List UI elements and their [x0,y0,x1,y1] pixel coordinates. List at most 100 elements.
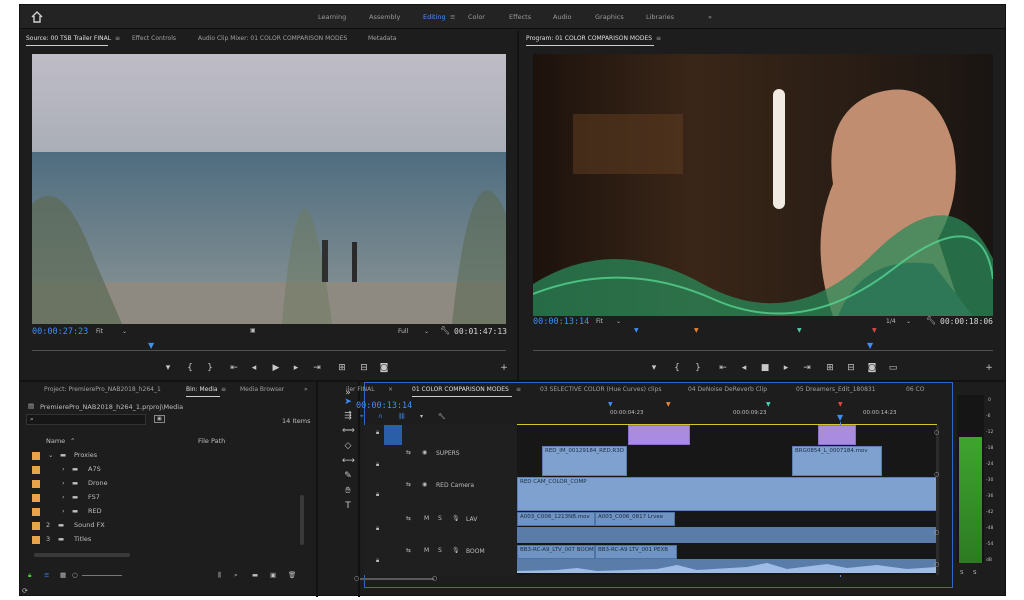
tab-bin-menu-icon[interactable]: ≡ [221,386,226,393]
timeline-timecode[interactable]: 00:00:13:14 [356,401,412,411]
disclosure-closed-icon[interactable]: › [62,507,65,515]
source-timecode[interactable]: 00:00:27:23 [32,327,88,337]
pen-tool-icon[interactable]: ✎ [342,471,354,483]
vertical-scrollbar[interactable] [936,425,939,575]
label-color-swatch[interactable] [32,452,40,460]
tab-06[interactable]: 06 CO [906,386,924,393]
search-input[interactable] [26,414,146,425]
ws-effects[interactable]: Effects [509,13,531,21]
disclosure-closed-icon[interactable]: › [62,465,65,473]
microphone-icon[interactable]: 🎙︎ [452,547,460,554]
add-button-icon[interactable]: + [498,363,510,373]
track-name-a2[interactable]: BOOM [466,548,485,555]
track-name-v2[interactable]: SUPERS [436,450,460,457]
go-to-in-icon[interactable]: ⇤ [228,363,240,373]
mute-icon[interactable]: M [424,547,429,554]
mark-in-icon[interactable]: { [184,363,196,373]
microphone-icon[interactable]: 🎙︎ [452,515,460,522]
marker-blue[interactable]: ▼ [608,401,613,408]
trash-icon[interactable]: 🗑︎ [288,571,296,579]
horizontal-scrollbar[interactable] [360,578,434,580]
mark-out-icon[interactable]: } [692,363,704,373]
track-select-tool-icon[interactable]: ⇶ [342,411,354,423]
slip-tool-icon[interactable]: ⟷ [342,456,355,468]
lock-icon[interactable]: 🔒︎ [376,525,379,533]
list-item[interactable]: FS7 [88,493,100,501]
source-fit-dropdown[interactable]: Fit [96,328,103,335]
video-clip[interactable]: RED_IM_00129184_RED.R3D [542,446,627,476]
video-clip[interactable]: RED CAM_COLOR_COMP [517,477,937,511]
marker-orange[interactable]: ▼ [666,401,671,408]
linked-selection-icon[interactable]: ⛓︎ [398,413,406,420]
timeline-playhead-head[interactable]: ▼ [837,413,843,422]
tab-project[interactable]: Project: PremierePro_NAB2018_h264_1 [44,386,161,393]
type-tool-icon[interactable]: T [342,501,354,513]
source-playhead[interactable]: ▼ [148,341,154,350]
audio-clip[interactable]: BB3-RC-A9 LTV_001 PEXB [595,545,677,559]
solo-left-button[interactable]: S [960,570,964,576]
program-fit-dropdown[interactable]: Fit [596,318,603,325]
lift-icon[interactable]: ⊞ [824,363,836,373]
tab-trailer[interactable]: iler FINAL [346,386,375,393]
zoom-slider-icon[interactable]: ○ [72,571,78,579]
label-color-swatch[interactable] [32,508,40,516]
add-marker-icon[interactable]: ▾ [648,363,660,373]
source-patch-v3[interactable] [384,425,402,445]
eye-icon[interactable]: ◉ [422,449,427,456]
tab-dreamers[interactable]: 05 Dreamers_Edit_180831 [796,386,876,393]
ws-editing-menu-icon[interactable]: ≡ [450,13,455,21]
extract-icon[interactable]: ⊟ [845,363,857,373]
export-frame-icon[interactable]: ▣ [250,327,256,334]
wrench-icon[interactable]: 🔧︎ [438,413,446,420]
step-forward-icon[interactable]: ▸ [780,363,792,373]
go-to-in-icon[interactable]: ⇤ [717,363,729,373]
list-item[interactable]: A7S [88,465,101,473]
tab-program-menu-icon[interactable]: ≡ [656,35,661,42]
stop-icon[interactable]: ■ [759,363,771,373]
ws-editing[interactable]: Editing [423,13,446,21]
label-color-swatch[interactable] [32,494,40,502]
marker-teal[interactable]: ▼ [797,327,802,334]
add-button-icon[interactable]: + [983,363,995,373]
insert-icon[interactable]: ⊞ [336,363,348,373]
chevron-down-icon[interactable]: ⌄ [424,328,429,335]
scroll-handle-icon[interactable]: ○ [934,561,939,568]
nest-icon[interactable]: ⌖ [360,413,363,421]
toggle-sync-icon[interactable]: ⇆ [406,547,411,554]
label-color-swatch[interactable] [32,480,40,488]
audio-clip[interactable]: BB3-RC-A9_LTV_007 BOOM [517,545,595,559]
eye-icon[interactable]: ◉ [422,481,427,488]
list-view-icon[interactable]: ≡ [44,571,49,579]
horizontal-scrollbar[interactable] [34,553,130,557]
step-forward-icon[interactable]: ▸ [290,363,302,373]
lock-icon[interactable]: 🔒︎ [376,461,379,469]
disclosure-open-icon[interactable]: ⌄ [48,451,53,459]
program-quality-dropdown[interactable]: 1/4 [886,318,896,325]
tab-metadata[interactable]: Metadata [368,35,396,42]
toggle-sync-icon[interactable]: ⇆ [406,449,411,456]
zoom-slider[interactable] [82,575,122,576]
lock-icon[interactable]: 🔒︎ [376,557,379,565]
audio-clip[interactable]: A003_C006_1213NB.mov [517,512,595,526]
program-video-frame[interactable] [533,54,993,316]
program-timecode[interactable]: 00:00:13:14 [533,317,589,327]
hand-tool-icon[interactable]: ✋︎ [342,486,354,498]
chevron-down-icon[interactable]: ⌄ [906,318,911,325]
add-marker-icon[interactable]: ▾ [162,363,174,373]
new-bin-icon[interactable]: ▬ [252,571,258,579]
lock-icon[interactable]: 🔒︎ [376,429,379,437]
audio-clip[interactable]: A003_C006_0817 Lrvee [595,512,675,526]
ws-audio[interactable]: Audio [553,13,571,21]
ws-assembly[interactable]: Assembly [369,13,400,21]
tab-media-browser[interactable]: Media Browser [240,386,284,393]
ws-learning[interactable]: Learning [318,13,346,21]
label-color-swatch[interactable] [32,536,40,544]
icon-view-icon[interactable]: ▦ [60,571,66,579]
tab-program[interactable]: Program: 01 COLOR COMPARISON MODES [526,35,652,42]
marker-red[interactable]: ▼ [872,327,877,334]
close-icon[interactable]: × [388,386,393,393]
program-scrubber[interactable] [533,350,993,351]
go-to-out-icon[interactable]: ⇥ [311,363,323,373]
label-color-swatch[interactable] [32,466,40,474]
disclosure-closed-icon[interactable]: › [62,479,65,487]
